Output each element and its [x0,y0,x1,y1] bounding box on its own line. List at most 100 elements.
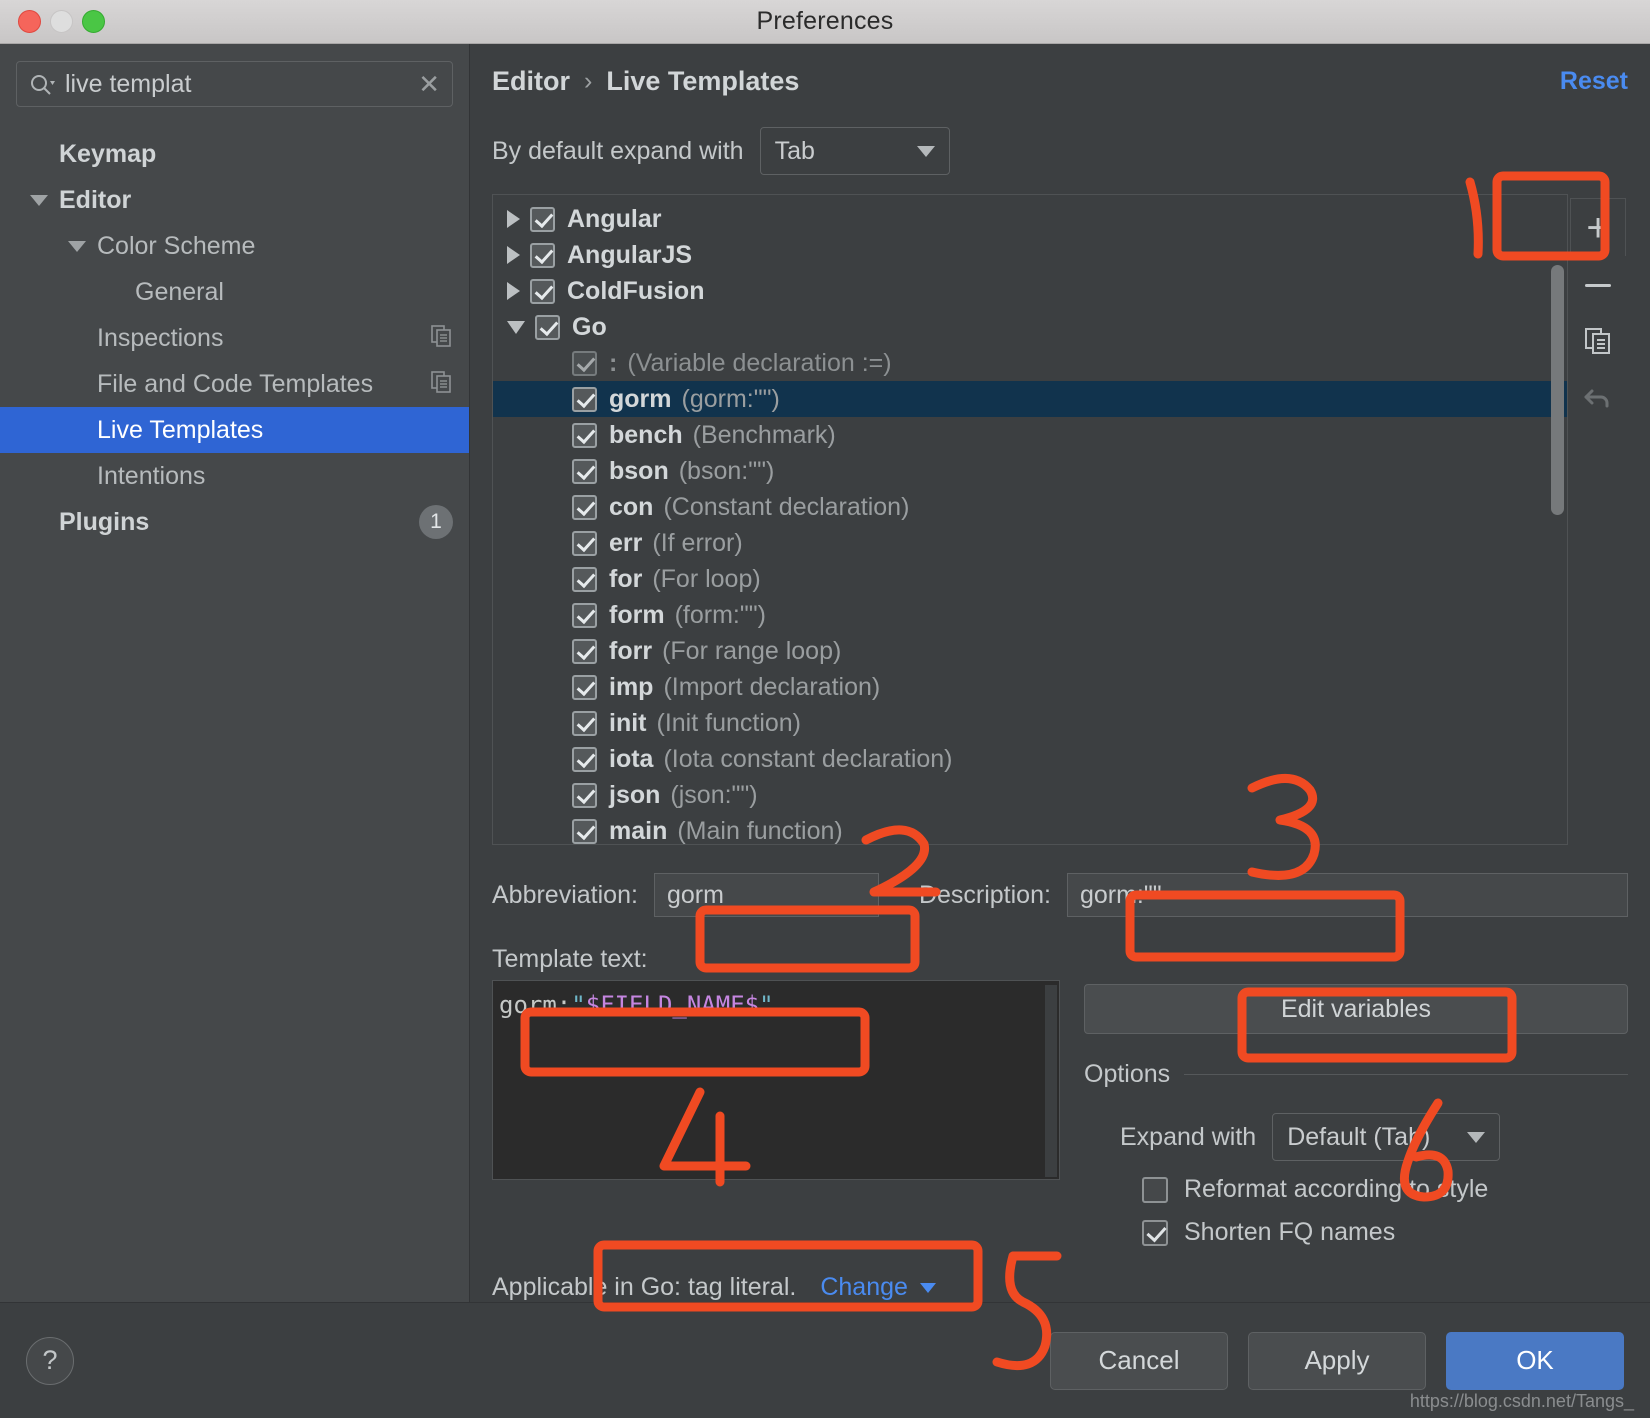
breadcrumb-item-live-templates: Live Templates [606,65,800,96]
template-row[interactable]: form (form:"") [493,597,1567,633]
template-row[interactable]: AngularJS [493,237,1567,273]
breadcrumb-item-editor[interactable]: Editor [492,66,570,97]
duplicate-template-button[interactable] [1570,314,1626,372]
templates-list[interactable]: Angular AngularJS ColdFusion Go: (Variable d… [492,194,1568,845]
search-input[interactable]: live templat [65,71,402,97]
abbreviation-label: Abbreviation: [492,880,638,909]
sidebar-item-label: Color Scheme [97,231,256,260]
template-abbreviation: json [609,780,661,809]
chevron-right-icon[interactable] [507,210,520,228]
sidebar-item-color-scheme[interactable]: Color Scheme [0,223,469,269]
template-description: (gorm:"") [681,384,780,413]
template-row[interactable]: Angular [493,201,1567,237]
remove-template-button[interactable] [1570,256,1626,314]
edit-variables-button[interactable]: Edit variables [1084,984,1628,1034]
description-input[interactable]: gorm:"" [1066,873,1628,917]
template-abbreviation: init [609,708,647,737]
template-row[interactable]: bench (Benchmark) [493,417,1567,453]
template-enabled-checkbox[interactable] [572,638,597,664]
template-enabled-checkbox[interactable] [572,422,597,448]
default-expand-dropdown[interactable]: Tab [759,127,950,175]
template-enabled-checkbox[interactable] [572,602,597,628]
template-enabled-checkbox[interactable] [572,818,597,844]
template-row[interactable]: : (Variable declaration :=) [493,345,1567,381]
reset-link[interactable]: Reset [1560,67,1628,96]
shorten-checkbox-row[interactable]: Shorten FQ names [1084,1218,1628,1247]
template-enabled-checkbox[interactable] [572,494,597,520]
template-enabled-checkbox[interactable] [572,746,597,772]
sidebar-item-plugins[interactable]: Plugins 1 [0,499,469,545]
template-enabled-checkbox[interactable] [572,458,597,484]
expand-with-dropdown[interactable]: Default (Tab) [1272,1113,1501,1161]
template-enabled-checkbox[interactable] [572,386,597,412]
templates-list-scrollbar[interactable] [1551,265,1564,515]
template-row[interactable]: json (json:"") [493,777,1567,813]
template-row[interactable]: ColdFusion [493,273,1567,309]
template-text-editor[interactable]: gorm:"$FIELD_NAME$" [492,980,1060,1180]
chevron-down-icon[interactable] [919,1282,936,1293]
template-description: (json:"") [670,780,758,809]
template-abbreviation: forr [609,636,653,665]
sidebar-item-live-templates[interactable]: Live Templates [0,407,469,453]
template-row[interactable]: main (Main function) [493,813,1567,844]
reformat-checkbox-row[interactable]: Reformat according to style [1084,1175,1628,1204]
change-context-link[interactable]: Change [820,1273,908,1302]
sidebar-item-file-and-code-templates[interactable]: File and Code Templates [0,361,469,407]
template-row[interactable]: for (For loop) [493,561,1567,597]
chevron-right-icon[interactable] [507,246,520,264]
chevron-down-icon[interactable] [507,320,525,334]
chevron-right-icon[interactable] [507,282,520,300]
chevron-down-icon[interactable] [68,240,86,252]
template-enabled-checkbox[interactable] [572,710,597,736]
template-enabled-checkbox[interactable] [572,674,597,700]
minus-icon [1585,283,1611,287]
sidebar-item-label: Intentions [97,461,206,490]
help-button[interactable]: ? [26,1336,74,1385]
add-template-button[interactable]: + [1570,198,1626,256]
search-field[interactable]: live templat ✕ [16,61,453,107]
template-enabled-checkbox[interactable] [530,206,555,232]
template-row[interactable]: Go [493,309,1567,345]
code-quote-open: " [571,991,586,1019]
sidebar-item-editor[interactable]: Editor [0,177,469,223]
ok-button[interactable]: OK [1446,1331,1624,1390]
reformat-label: Reformat according to style [1184,1175,1489,1203]
shorten-label: Shorten FQ names [1184,1218,1396,1246]
sidebar-item-general[interactable]: General [0,269,469,315]
template-row[interactable]: con (Constant declaration) [493,489,1567,525]
template-abbreviation: bench [609,420,683,449]
template-description: (For loop) [652,564,761,593]
template-enabled-checkbox[interactable] [572,782,597,808]
sidebar-item-label: Inspections [97,323,224,352]
abbreviation-input[interactable]: gorm [653,873,879,917]
cancel-button[interactable]: Cancel [1050,1331,1228,1390]
copy-icon [431,371,453,397]
reformat-checkbox[interactable] [1142,1176,1168,1203]
template-row[interactable]: init (Init function) [493,705,1567,741]
sidebar-item-inspections[interactable]: Inspections [0,315,469,361]
sidebar-item-keymap[interactable]: Keymap [0,131,469,177]
code-quote-close: " [759,991,774,1019]
template-row[interactable]: gorm (gorm:"") [493,381,1567,417]
template-enabled-checkbox[interactable] [572,350,597,376]
sidebar-item-intentions[interactable]: Intentions [0,453,469,499]
template-row[interactable]: err (If error) [493,525,1567,561]
chevron-down-icon[interactable] [30,194,48,206]
clear-icon[interactable]: ✕ [412,71,440,97]
template-enabled-checkbox[interactable] [535,314,560,340]
revert-template-button[interactable] [1570,372,1626,430]
apply-button[interactable]: Apply [1248,1331,1426,1390]
template-row[interactable]: bson (bson:"") [493,453,1567,489]
template-enabled-checkbox[interactable] [572,566,597,592]
template-enabled-checkbox[interactable] [572,530,597,556]
shorten-fq-checkbox[interactable] [1142,1219,1168,1246]
default-expand-row: By default expand with Tab [492,118,1628,184]
editor-scrollbar[interactable] [1045,985,1057,1177]
template-row[interactable]: forr (For range loop) [493,633,1567,669]
template-enabled-checkbox[interactable] [530,278,555,304]
template-row[interactable]: imp (Import declaration) [493,669,1567,705]
template-row[interactable]: iota (Iota constant declaration) [493,741,1567,777]
template-enabled-checkbox[interactable] [530,242,555,268]
template-description: (bson:"") [678,456,775,485]
template-abbreviation: con [609,492,654,521]
